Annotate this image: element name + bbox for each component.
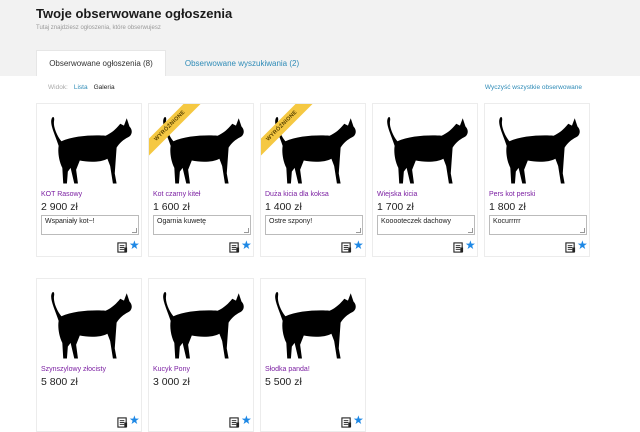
- clear-all-link[interactable]: Wyczyść wszystkie obserwowane: [485, 84, 582, 91]
- listing-image[interactable]: [43, 287, 135, 362]
- listing-note-field[interactable]: Ogarnia kuwetę: [153, 215, 251, 235]
- listing-note-field[interactable]: Kocurrrrr: [489, 215, 587, 235]
- star-icon[interactable]: ★: [577, 238, 588, 252]
- listing-image[interactable]: [43, 112, 135, 187]
- listing-image[interactable]: [155, 287, 247, 362]
- listing-price: 5 500 zł: [265, 376, 302, 388]
- notepad-icon[interactable]: [341, 415, 352, 428]
- star-icon[interactable]: ★: [129, 238, 140, 252]
- star-icon[interactable]: ★: [465, 238, 476, 252]
- star-icon[interactable]: ★: [241, 238, 252, 252]
- listing-card[interactable]: Kucyk Pony 3 000 zł ★: [148, 278, 254, 432]
- notepad-icon[interactable]: [565, 240, 576, 253]
- listing-note-field[interactable]: Kooooteczek dachowy: [377, 215, 475, 235]
- tab-watched-searches[interactable]: Obserwowane wyszukiwania (2): [170, 50, 314, 76]
- listing-note-field[interactable]: Ostre szpony!: [265, 215, 363, 235]
- page-subtitle: Tutaj znajdziesz ogłoszenia, które obser…: [36, 25, 161, 31]
- listing-note-text: Kocurrrrr: [493, 218, 521, 225]
- listing-card[interactable]: WYRÓŻNIONE Duża kicia dla koksa 1 400 zł Os…: [260, 103, 366, 257]
- star-icon[interactable]: ★: [129, 413, 140, 427]
- listing-price: 1 400 zł: [265, 201, 302, 213]
- listing-price: 1 700 zł: [377, 201, 414, 213]
- listing-note-text: Ogarnia kuwetę: [157, 218, 207, 225]
- resize-handle-icon[interactable]: [468, 228, 473, 233]
- resize-handle-icon[interactable]: [132, 228, 137, 233]
- listing-card[interactable]: Słodka panda! 5 500 zł ★: [260, 278, 366, 432]
- tab-watched-listings[interactable]: Obserwowane ogłoszenia (8): [36, 50, 166, 76]
- listing-title[interactable]: Wiejska kicia: [377, 191, 417, 198]
- listing-price: 3 000 zł: [153, 376, 190, 388]
- listing-title[interactable]: Kot czarny kiteł: [153, 191, 200, 198]
- view-option-list[interactable]: Lista: [74, 84, 88, 91]
- listing-note-field[interactable]: Wspaniały kot~!: [41, 215, 139, 235]
- listing-title[interactable]: Szynszylowy złocisty: [41, 366, 106, 373]
- listing-title[interactable]: Pers kot perski: [489, 191, 535, 198]
- notepad-icon[interactable]: [229, 240, 240, 253]
- listing-card[interactable]: Wiejska kicia 1 700 zł Kooooteczek dachowy…: [372, 103, 478, 257]
- listing-image[interactable]: [379, 112, 471, 187]
- notepad-icon[interactable]: [229, 415, 240, 428]
- star-icon[interactable]: ★: [241, 413, 252, 427]
- listing-title[interactable]: Duża kicia dla koksa: [265, 191, 329, 198]
- resize-handle-icon[interactable]: [356, 228, 361, 233]
- listing-note-text: Wspaniały kot~!: [45, 218, 95, 225]
- notepad-icon[interactable]: [341, 240, 352, 253]
- listing-note-text: Kooooteczek dachowy: [381, 218, 452, 225]
- star-icon[interactable]: ★: [353, 238, 364, 252]
- notepad-icon[interactable]: [453, 240, 464, 253]
- resize-handle-icon[interactable]: [580, 228, 585, 233]
- listing-image[interactable]: [267, 287, 359, 362]
- listing-price: 5 800 zł: [41, 376, 78, 388]
- page-title: Twoje obserwowane ogłoszenia: [36, 6, 233, 21]
- listing-card[interactable]: KOT Rasowy 2 900 zł Wspaniały kot~! ★: [36, 103, 142, 257]
- page-header: Twoje obserwowane ogłoszenia Tutaj znajd…: [0, 0, 640, 76]
- listing-note-text: Ostre szpony!: [269, 218, 313, 225]
- notepad-icon[interactable]: [117, 240, 128, 253]
- view-option-gallery[interactable]: Galeria: [94, 84, 115, 91]
- notepad-icon[interactable]: [117, 415, 128, 428]
- listing-title[interactable]: KOT Rasowy: [41, 191, 82, 198]
- star-icon[interactable]: ★: [353, 413, 364, 427]
- listing-card[interactable]: Pers kot perski 1 800 zł Kocurrrrr ★: [484, 103, 590, 257]
- listing-title[interactable]: Słodka panda!: [265, 366, 310, 373]
- listing-image[interactable]: [491, 112, 583, 187]
- listing-price: 2 900 zł: [41, 201, 78, 213]
- view-label: Widok:: [48, 84, 68, 91]
- listing-card[interactable]: Szynszylowy złocisty 5 800 zł ★: [36, 278, 142, 432]
- listing-title[interactable]: Kucyk Pony: [153, 366, 190, 373]
- listing-card[interactable]: WYRÓŻNIONE Kot czarny kiteł 1 600 zł Ogarni…: [148, 103, 254, 257]
- listing-price: 1 600 zł: [153, 201, 190, 213]
- resize-handle-icon[interactable]: [244, 228, 249, 233]
- view-switcher: Widok: Lista Galeria: [48, 84, 115, 91]
- listing-price: 1 800 zł: [489, 201, 526, 213]
